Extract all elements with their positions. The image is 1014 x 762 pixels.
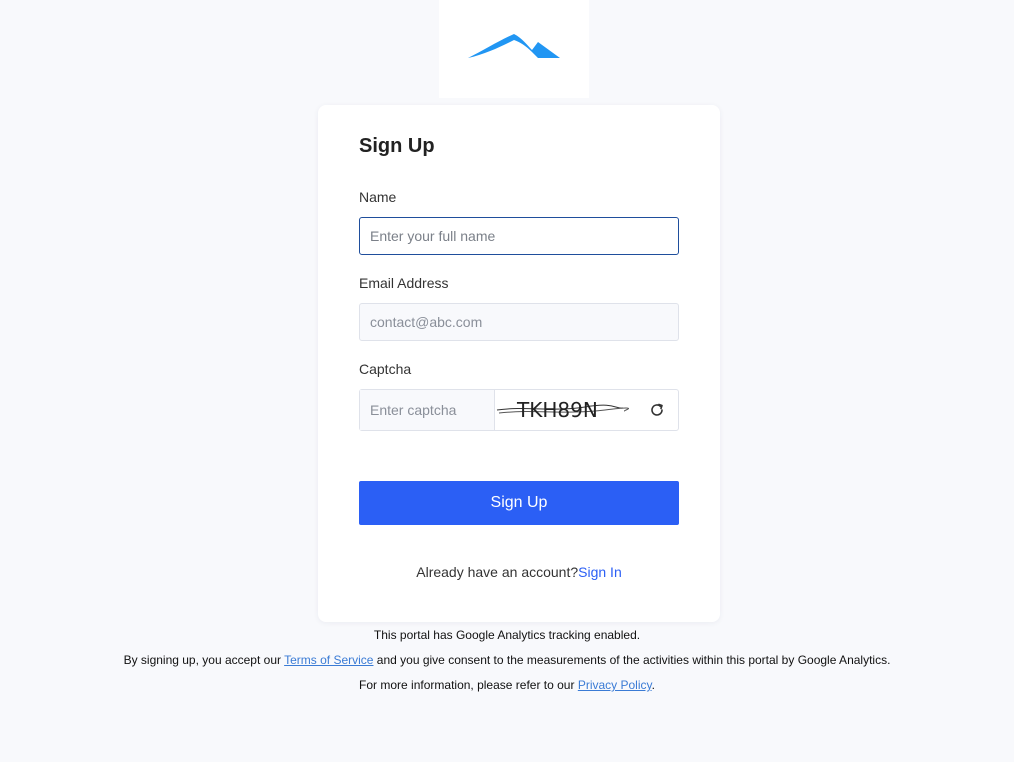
email-label: Email Address bbox=[359, 275, 449, 291]
sign-in-link[interactable]: Sign In bbox=[578, 564, 622, 580]
email-input[interactable] bbox=[359, 303, 679, 341]
signin-prompt: Already have an account?Sign In bbox=[318, 564, 720, 580]
captcha-label: Captcha bbox=[359, 361, 412, 377]
captcha-text: TKH89N bbox=[517, 398, 598, 422]
footer-line-2: By signing up, you accept our Terms of S… bbox=[0, 653, 1014, 668]
captcha-input[interactable] bbox=[360, 390, 495, 430]
privacy-policy-link[interactable]: Privacy Policy bbox=[578, 678, 652, 692]
page-title: Sign Up bbox=[359, 135, 435, 157]
sign-up-button[interactable]: Sign Up bbox=[359, 481, 679, 525]
mountain-logo-icon bbox=[468, 34, 560, 58]
terms-of-service-link[interactable]: Terms of Service bbox=[284, 653, 373, 667]
captcha-refresh-button[interactable] bbox=[635, 390, 678, 430]
footer-line-3-after: . bbox=[651, 678, 655, 692]
analytics-footer: This portal has Google Analytics trackin… bbox=[0, 628, 1014, 703]
footer-line-3-before: For more information, please refer to ou… bbox=[359, 678, 578, 692]
signup-page: Sign Up Name Email Address Captcha TKH89… bbox=[0, 0, 1014, 762]
name-label: Name bbox=[359, 189, 397, 205]
name-input[interactable] bbox=[359, 217, 679, 255]
refresh-icon bbox=[650, 403, 663, 416]
signup-card: Sign Up Name Email Address Captcha TKH89… bbox=[318, 105, 720, 622]
captcha-image: TKH89N bbox=[495, 390, 635, 430]
footer-line-1: This portal has Google Analytics trackin… bbox=[373, 628, 641, 642]
footer-line-2-after: and you give consent to the measurements… bbox=[373, 653, 891, 667]
logo bbox=[439, 0, 589, 98]
captcha-group: TKH89N bbox=[359, 389, 679, 431]
signin-prompt-text: Already have an account? bbox=[416, 564, 579, 580]
footer-line-2-before: By signing up, you accept our bbox=[123, 653, 285, 667]
footer-line-3: For more information, please refer to ou… bbox=[0, 678, 1014, 693]
